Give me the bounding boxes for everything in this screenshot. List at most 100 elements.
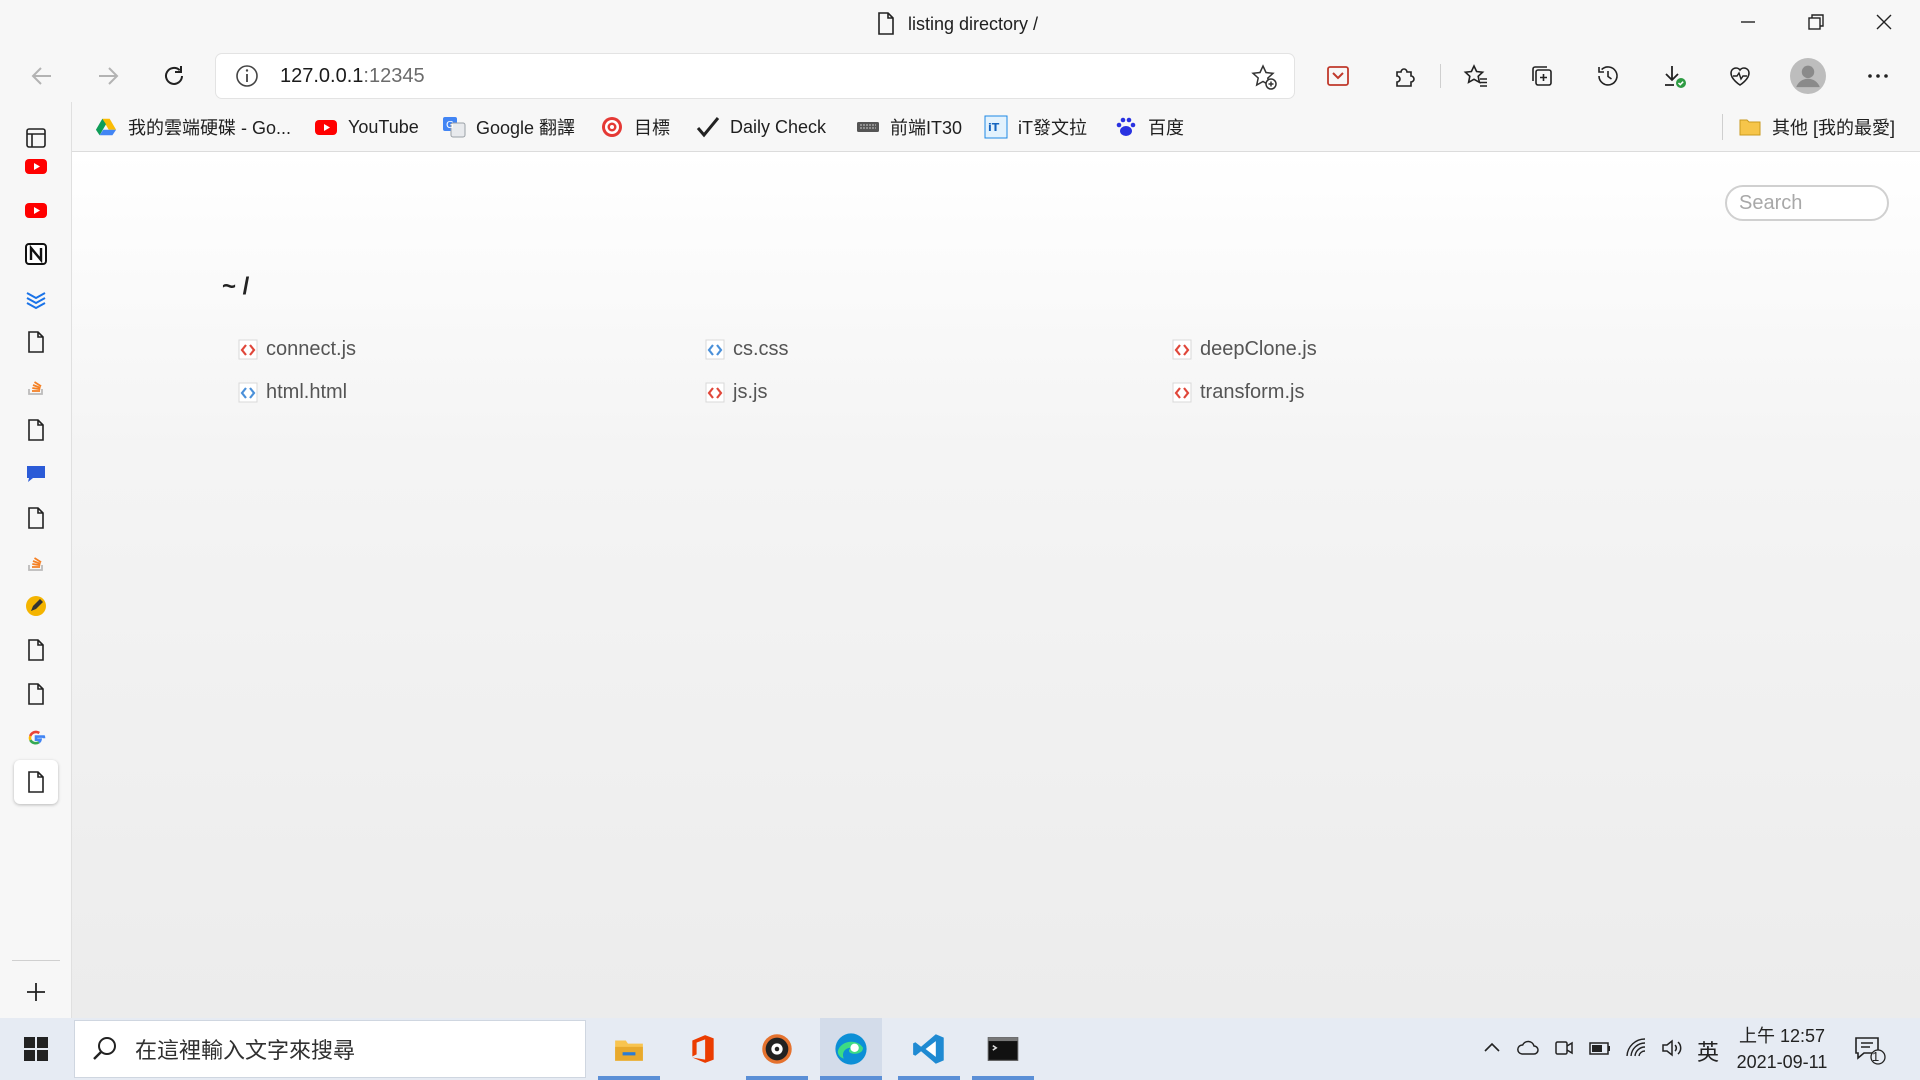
file-link-cs-css[interactable]: cs.css [703, 337, 789, 361]
profile-button[interactable] [1788, 56, 1828, 96]
bookmark-daily-check[interactable]: Daily Check [696, 112, 826, 142]
tab-notion[interactable] [14, 232, 58, 276]
restore-icon [1808, 14, 1824, 30]
svg-text:G: G [446, 120, 454, 131]
tab-pencil-app[interactable] [14, 584, 58, 628]
running-indicator [820, 1076, 882, 1080]
favorites-star-icon [1463, 64, 1487, 87]
running-indicator [972, 1076, 1034, 1080]
tab-stackoverflow-1[interactable] [14, 364, 58, 408]
minimize-icon [1741, 21, 1755, 23]
tray-show-hidden-icons[interactable] [1478, 1034, 1506, 1062]
running-indicator [898, 1076, 960, 1080]
taskbar-vscode[interactable] [898, 1018, 960, 1080]
bookmark-youtube[interactable]: YouTube [314, 112, 419, 142]
file-name: cs.css [733, 337, 789, 360]
bookmark-google-drive[interactable]: 我的雲端硬碟 - Go... [94, 112, 291, 142]
history-button[interactable] [1588, 56, 1628, 96]
chevron-up-icon [1484, 1042, 1500, 1052]
start-button[interactable] [0, 1018, 72, 1080]
bookmark-google-translate[interactable]: G Google 翻譯 [442, 112, 575, 142]
extension-pocket-button[interactable] [1318, 56, 1358, 96]
bookmark-other-favorites[interactable]: 其他 [我的最愛] [1738, 112, 1895, 142]
collections-button[interactable] [1522, 56, 1562, 96]
toolbar-divider [1440, 64, 1441, 88]
taskbar-search-box[interactable]: 在這裡輸入文字來搜尋 [74, 1020, 586, 1078]
downloads-button[interactable] [1654, 56, 1694, 96]
target-icon [600, 115, 624, 139]
tray-wifi[interactable] [1622, 1034, 1650, 1062]
restore-button[interactable] [1782, 0, 1850, 44]
address-bar[interactable]: 127.0.0.1 :12345 [216, 54, 1294, 98]
file-link-transform-js[interactable]: transform.js [1170, 380, 1304, 404]
taskbar-terminal[interactable] [972, 1018, 1034, 1080]
google-translate-icon: G [442, 115, 466, 139]
taskbar-office[interactable] [672, 1018, 734, 1080]
bookmark-target[interactable]: 目標 [600, 112, 670, 142]
tray-volume[interactable] [1658, 1034, 1686, 1062]
taskbar-file-explorer[interactable] [598, 1018, 660, 1080]
vscode-icon [913, 1034, 944, 1064]
input-method-indicator[interactable]: 英 [1697, 1035, 1719, 1067]
performance-button[interactable] [1720, 56, 1760, 96]
tab-chat-app[interactable] [14, 452, 58, 496]
document-icon [28, 507, 44, 529]
tab-google[interactable] [14, 716, 58, 760]
layers-icon [26, 292, 46, 310]
extensions-button[interactable] [1384, 56, 1424, 96]
tray-meet-now[interactable] [1550, 1034, 1578, 1062]
keyboard-icon [856, 115, 880, 139]
tab-layers-app[interactable] [14, 276, 58, 320]
close-button[interactable] [1850, 0, 1918, 44]
favorites-button[interactable] [1456, 56, 1496, 96]
tab-document-3[interactable] [14, 496, 58, 540]
taskbar-search-placeholder: 在這裡輸入文字來搜尋 [135, 1038, 356, 1063]
tab-youtube-1[interactable] [14, 144, 58, 188]
tab-document-4[interactable] [14, 628, 58, 672]
search-input[interactable] [1725, 185, 1889, 221]
plus-icon [27, 983, 45, 1001]
settings-more-button[interactable] [1858, 56, 1898, 96]
media-player-icon [762, 1034, 792, 1064]
battery-icon [1589, 1042, 1610, 1055]
back-button[interactable] [22, 56, 62, 96]
tab-document-2[interactable] [14, 408, 58, 452]
tab-document-5[interactable] [14, 672, 58, 716]
add-favorite-icon[interactable] [1250, 63, 1278, 91]
tray-onedrive[interactable] [1514, 1034, 1542, 1062]
refresh-button[interactable] [154, 56, 194, 96]
taskbar-media-player[interactable] [746, 1018, 808, 1080]
google-drive-icon [94, 115, 118, 139]
file-link-connect-js[interactable]: connect.js [236, 337, 356, 361]
file-link-html-html[interactable]: html.html [236, 380, 347, 404]
bookmark-divider [1722, 114, 1723, 140]
folder-icon [1738, 115, 1762, 139]
forward-button[interactable] [88, 56, 128, 96]
tab-stackoverflow-2[interactable] [14, 540, 58, 584]
minimize-button[interactable] [1714, 0, 1782, 44]
avatar [1790, 58, 1826, 94]
file-link-js-js[interactable]: js.js [703, 380, 767, 404]
notion-icon [25, 243, 47, 265]
action-center-button[interactable]: 1 [1850, 1030, 1890, 1070]
tab-current-listing-directory[interactable] [14, 760, 58, 804]
site-info-icon[interactable] [234, 63, 260, 89]
tab-document-1[interactable] [14, 320, 58, 364]
pencil-icon [26, 596, 46, 616]
bookmark-label: iT發文拉 [1018, 118, 1087, 138]
new-tab-button[interactable] [14, 970, 58, 1014]
heart-pulse-icon [1730, 67, 1750, 86]
bookmark-label: 其他 [我的最愛] [1772, 118, 1896, 138]
document-icon [28, 639, 44, 661]
taskbar-edge[interactable] [820, 1018, 882, 1080]
taskbar-clock[interactable]: 上午 12:57 2021-09-11 [1732, 1023, 1832, 1075]
bookmark-it30[interactable]: 前端IT30 [856, 112, 962, 142]
svg-text:iT: iT [988, 121, 1000, 134]
wifi-icon [1626, 1038, 1646, 1057]
tray-battery[interactable] [1586, 1034, 1614, 1062]
file-link-deepclone-js[interactable]: deepClone.js [1170, 337, 1317, 361]
bookmark-baidu[interactable]: 百度 [1114, 112, 1184, 142]
bookmark-ithome[interactable]: iT iT發文拉 [984, 112, 1087, 142]
tab-youtube-2[interactable] [14, 188, 58, 232]
clock-date: 2021-09-11 [1736, 1052, 1828, 1072]
